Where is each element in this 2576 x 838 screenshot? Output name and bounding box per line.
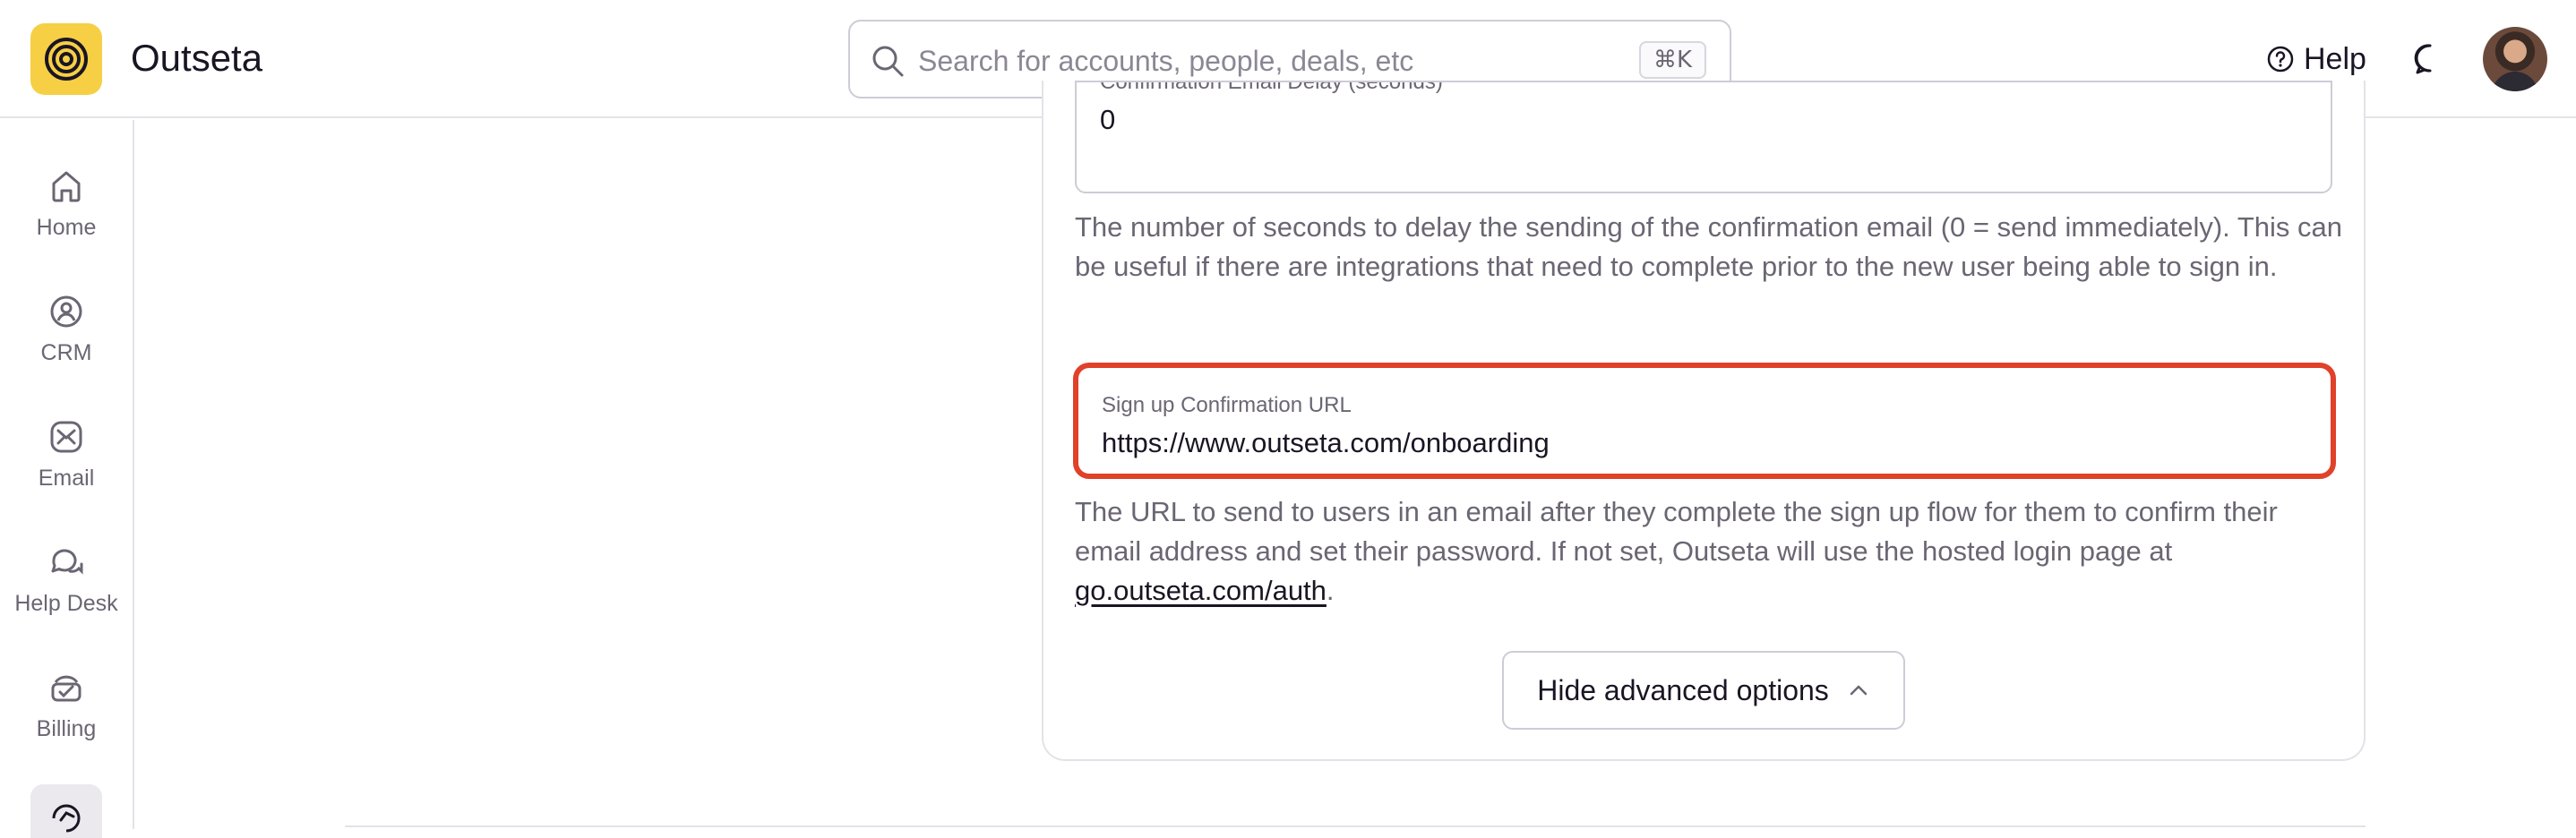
sidebar-item-label: CRM — [40, 340, 92, 365]
sidebar-item-crm[interactable]: CRM — [0, 292, 133, 366]
section-divider — [345, 825, 2366, 827]
sidebar-item-label: Help Desk — [14, 591, 118, 616]
user-avatar[interactable] — [2483, 27, 2547, 91]
delay-help-text: The number of seconds to delay the sendi… — [1075, 211, 2342, 282]
help-desk-icon — [51, 549, 83, 575]
help-label: Help — [2304, 41, 2366, 76]
sidebar-item-label: Home — [36, 215, 97, 240]
search-shortcut-badge: ⌘K — [1638, 41, 1706, 79]
button-label: Hide advanced options — [1537, 673, 1829, 706]
email-icon — [50, 421, 82, 453]
billing-icon — [51, 675, 82, 702]
sidebar-item-home[interactable]: Home — [0, 167, 133, 241]
sidebar-item-billing[interactable]: Billing — [0, 668, 133, 742]
field-label: Sign up Confirmation URL — [1102, 393, 1352, 417]
sidebar-item-label: Email — [38, 466, 95, 491]
hosted-login-link[interactable]: go.outseta.com/auth — [1075, 575, 1327, 606]
chevron-up-icon — [1850, 685, 1868, 696]
chat-icon[interactable] — [2412, 41, 2448, 77]
sidebar-item-email[interactable]: Email — [0, 417, 133, 492]
confirmation-email-delay-field[interactable]: Confirmation Email Delay (seconds) 0 — [1075, 81, 2332, 193]
confirmation-url-help-text: The URL to send to users in an email aft… — [1075, 492, 2347, 611]
sidebar-item-label: Billing — [36, 716, 97, 741]
app-name: Outseta — [131, 37, 263, 79]
hide-advanced-options-button[interactable]: Hide advanced options — [1502, 651, 1905, 730]
confirmation-url-input[interactable]: https://www.outseta.com/onboarding — [1102, 427, 1550, 459]
search-icon — [872, 46, 904, 77]
home-icon — [52, 171, 81, 202]
help-text-prefix: The URL to send to users in an email aft… — [1075, 496, 2278, 567]
crm-icon — [50, 295, 82, 328]
sidebar: Home CRM Email Help Desk Billing — [0, 120, 134, 838]
help-button[interactable]: Help — [2266, 36, 2366, 82]
signup-confirmation-url-field[interactable]: Sign up Confirmation URL https://www.out… — [1073, 363, 2336, 479]
outseta-logo-icon[interactable] — [30, 23, 102, 95]
search-input[interactable] — [918, 38, 1563, 84]
delay-input[interactable]: 0 — [1100, 104, 1115, 136]
sidebar-item-help-desk[interactable]: Help Desk — [0, 543, 133, 617]
field-label: Confirmation Email Delay (seconds) — [1100, 81, 1443, 94]
integrations-icon — [52, 804, 81, 833]
help-icon — [2267, 46, 2294, 73]
sidebar-item-active[interactable] — [30, 784, 102, 838]
help-text-suffix: . — [1326, 575, 1335, 606]
